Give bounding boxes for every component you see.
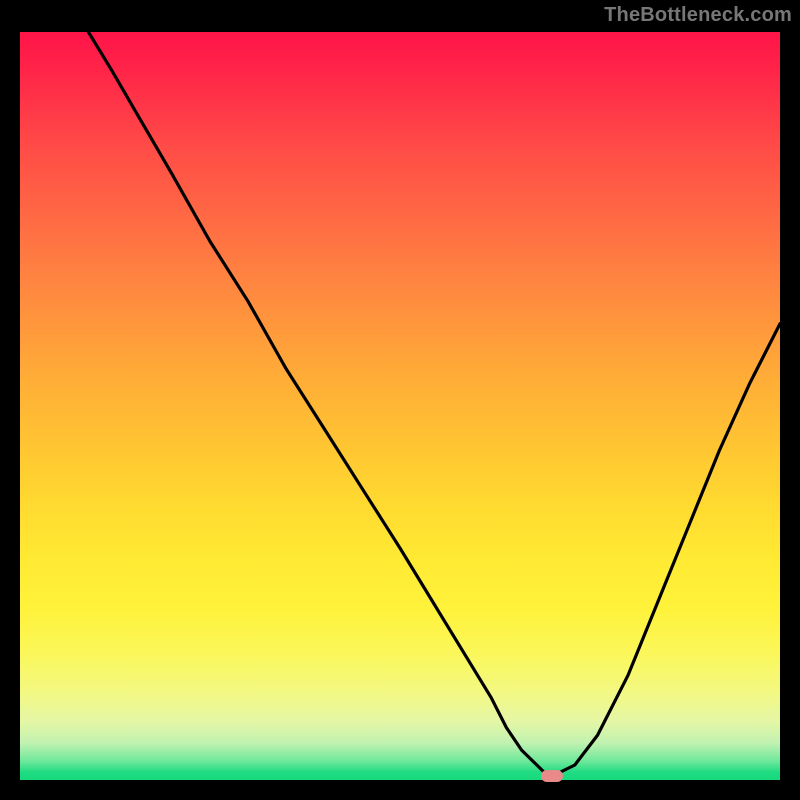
bottleneck-curve: [88, 32, 780, 773]
curve-layer: [20, 32, 780, 780]
plot-frame: [20, 32, 780, 780]
chart-root: TheBottleneck.com: [0, 0, 800, 800]
watermark-text: TheBottleneck.com: [604, 4, 792, 27]
optimal-marker: [541, 770, 563, 782]
